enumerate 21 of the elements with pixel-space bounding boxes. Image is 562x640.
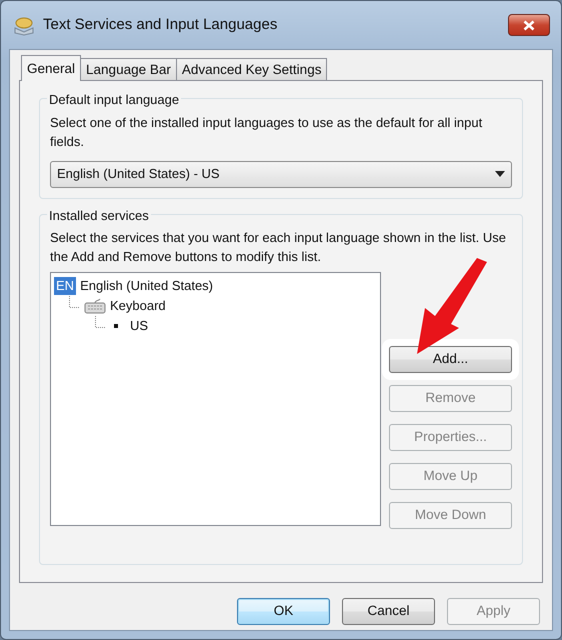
dropdown-arrow-icon xyxy=(495,171,505,177)
dialog-button[interactable]: Cancel xyxy=(342,598,435,625)
tree-item[interactable]: English (United States) xyxy=(80,276,214,296)
tab[interactable]: Advanced Key Settings xyxy=(176,58,328,80)
tab[interactable]: Language Bar xyxy=(80,58,177,80)
tree-line xyxy=(95,316,106,328)
tab[interactable]: General xyxy=(21,55,82,81)
tree-line xyxy=(69,296,80,308)
window-title: Text Services and Input Languages xyxy=(43,14,278,35)
close-button[interactable] xyxy=(508,14,550,36)
keyboard-icon xyxy=(84,298,106,314)
bullet-icon xyxy=(114,324,118,328)
services-tree[interactable]: EN English (United States) Keyboard US xyxy=(50,272,381,526)
tree-item[interactable]: US xyxy=(130,316,148,336)
close-icon xyxy=(523,20,535,30)
language-dropdown[interactable]: English (United States) - US xyxy=(50,160,512,188)
description-text: Select the services that you want for each input language shown in the list. Use the Add and Remove buttons to modify this list. xyxy=(50,229,507,266)
tree-item[interactable]: Keyboard xyxy=(110,296,166,316)
dialog-button[interactable]: OK xyxy=(237,598,330,625)
description-text: Select one of the installed input languages to use as the default for all input fields. xyxy=(50,114,484,150)
language-badge: EN xyxy=(54,277,76,295)
